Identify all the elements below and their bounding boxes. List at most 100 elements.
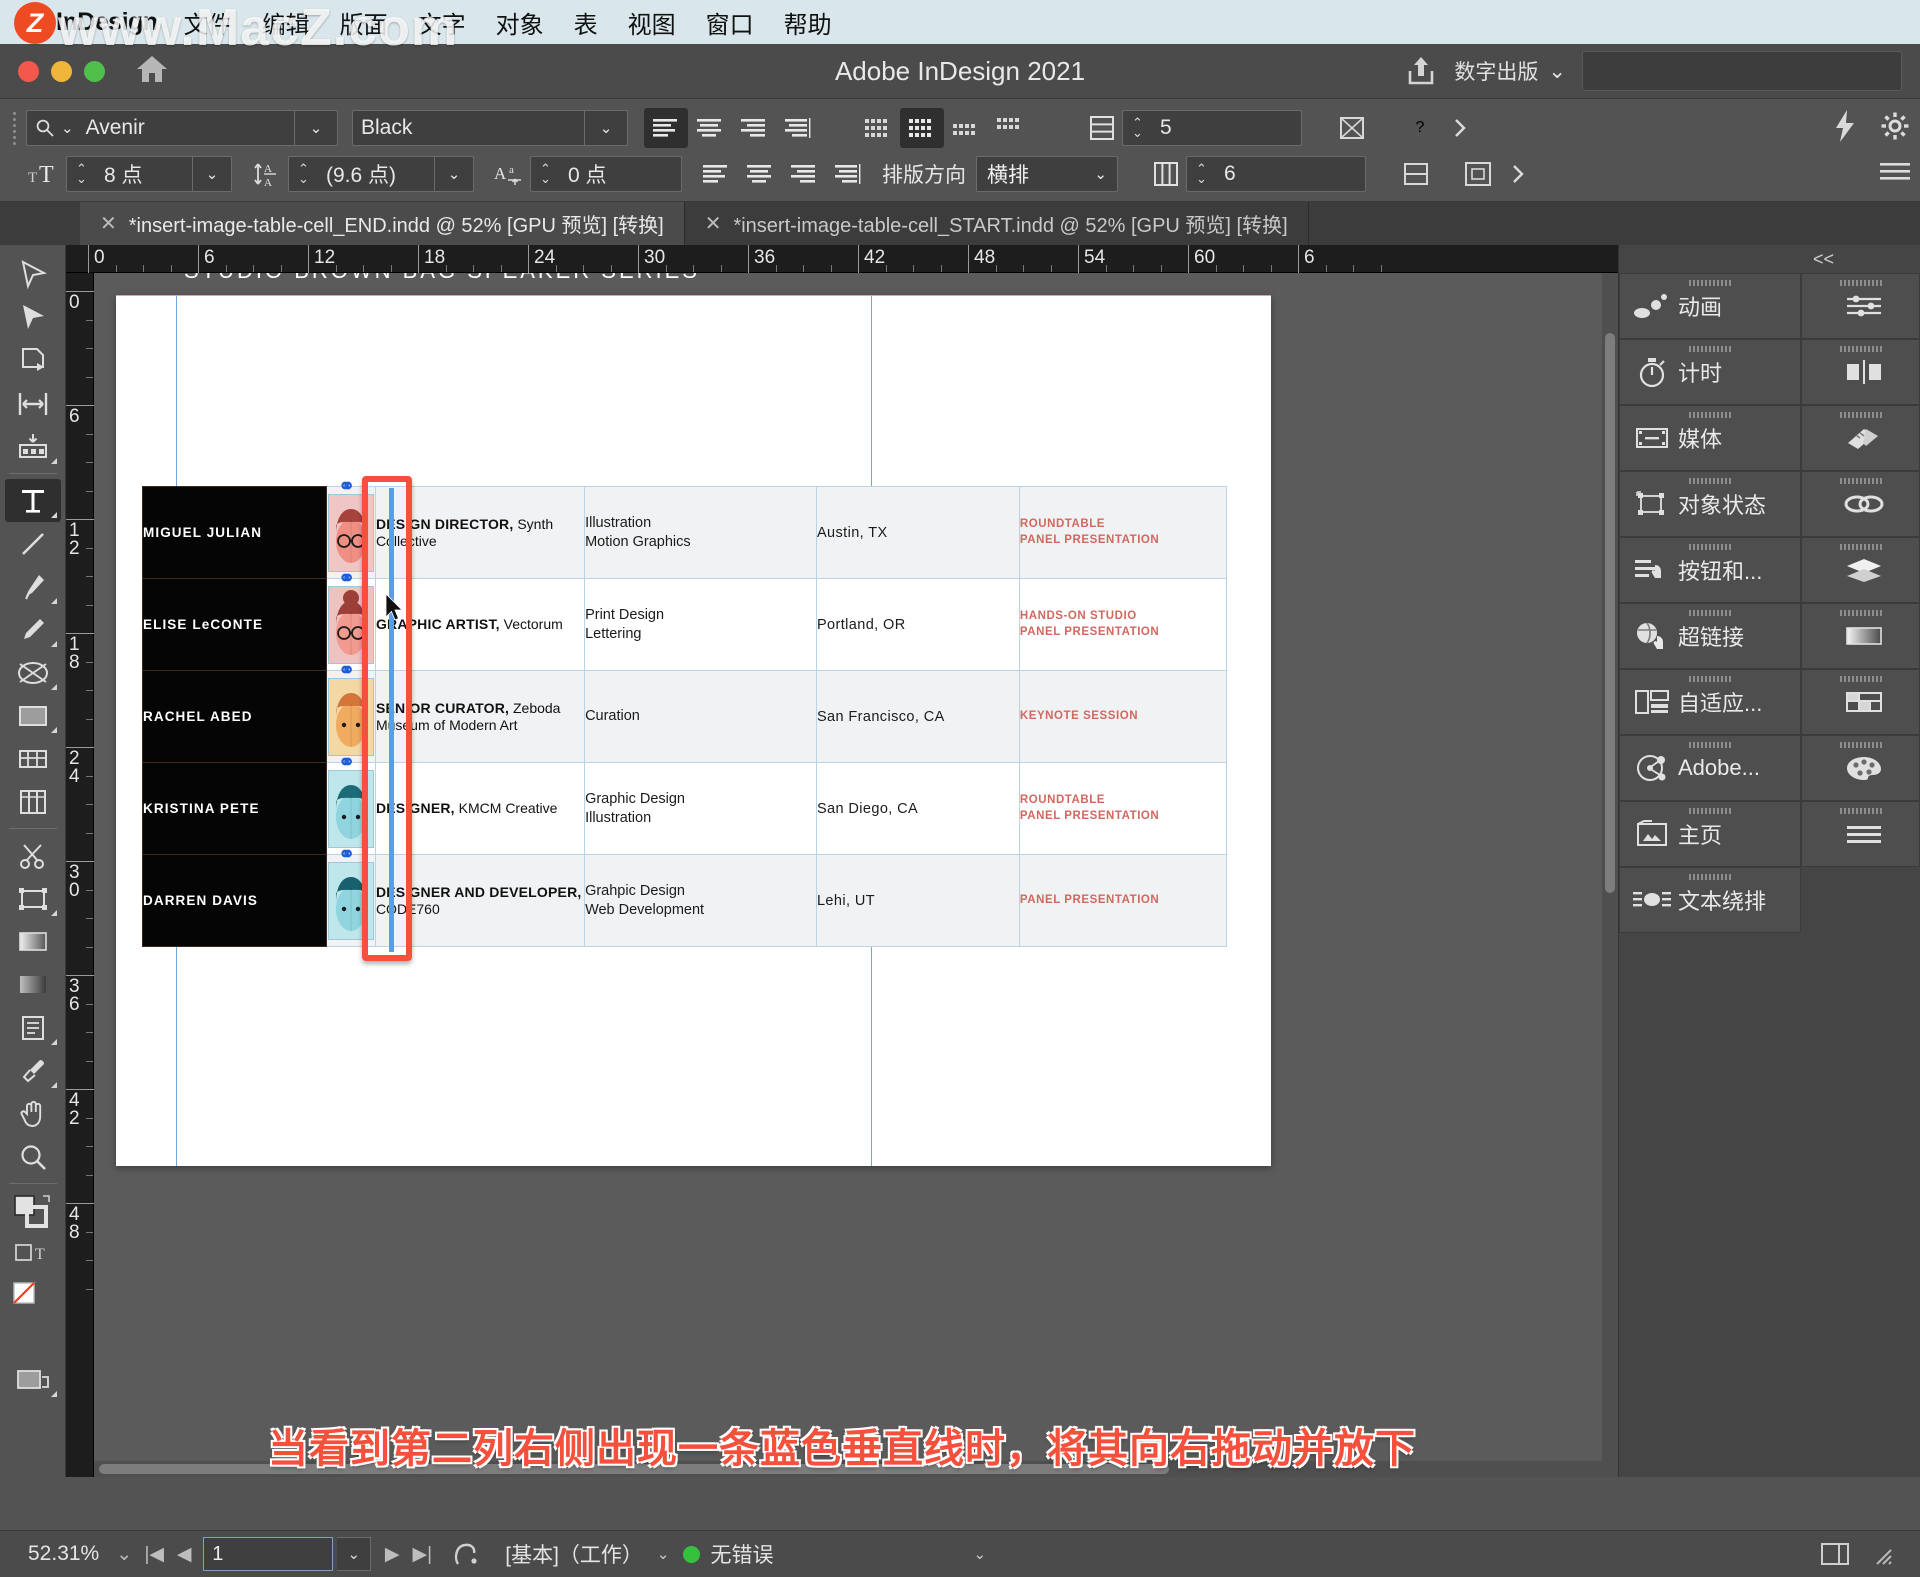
panel-button-timing[interactable]: 计时: [1619, 339, 1802, 405]
justify-button[interactable]: [776, 108, 820, 148]
leading-stepper[interactable]: ⌃ ⌄: [288, 156, 318, 192]
panel-grip[interactable]: [1802, 412, 1919, 418]
cell-speaker-name[interactable]: RACHEL ABED: [141, 670, 328, 763]
vertical-scrollbar[interactable]: [1602, 273, 1618, 1477]
align-left-2-button[interactable]: [694, 154, 738, 194]
grid-align-1-button[interactable]: [856, 108, 900, 148]
split-window-icon[interactable]: [1812, 1541, 1858, 1567]
home-icon[interactable]: [135, 53, 169, 90]
align-center-2-button[interactable]: [738, 154, 782, 194]
note-tool[interactable]: [5, 1006, 61, 1049]
close-window-button[interactable]: [18, 60, 39, 82]
menu-layout[interactable]: 版面: [340, 5, 388, 40]
table-row[interactable]: MIGUEL JULIAN ⚭ DESIGN DIRECTOR, Synth C…: [141, 476, 1228, 579]
leading-dropdown[interactable]: ⌄: [434, 156, 474, 192]
leading-field[interactable]: (9.6 点): [318, 156, 434, 192]
panel-grip[interactable]: [1620, 544, 1800, 550]
panel-button-buttons-forms[interactable]: 按钮和...: [1619, 537, 1802, 603]
cell-speaker-city[interactable]: Lehi, UT: [815, 854, 1020, 947]
pasteboard[interactable]: STUDIO BROWN BAG SPEAKER SERIES MIGUEL J…: [94, 273, 1618, 1477]
panel-button-table[interactable]: [1801, 669, 1920, 735]
panel-button-adobe-stock[interactable]: Adobe...: [1619, 735, 1802, 801]
gap-tool[interactable]: [5, 382, 61, 425]
panel-button-animation[interactable]: 动画: [1619, 273, 1802, 339]
font-family-dropdown[interactable]: ⌄: [294, 110, 338, 146]
row-count-stepper[interactable]: ⌃ ⌄: [1122, 110, 1152, 146]
chevron-down-icon[interactable]: ⌄: [657, 1545, 670, 1563]
row-count-field[interactable]: 5: [1152, 110, 1302, 146]
table-row[interactable]: DARREN DAVIS ⚭ DESIGNER AND DEVELOPER, C…: [141, 844, 1228, 947]
merge-cells-icon[interactable]: [1332, 109, 1372, 147]
hamburger-menu-icon[interactable]: [1880, 161, 1910, 188]
menu-type[interactable]: 文字: [418, 5, 466, 40]
font-size-dropdown[interactable]: ⌄: [192, 156, 232, 192]
cell-speaker-session[interactable]: ROUNDTABLE PANEL PRESENTATION: [1018, 762, 1228, 855]
zoom-level-value[interactable]: 52.31%: [28, 1542, 99, 1566]
prev-page-button[interactable]: ◀: [169, 1543, 199, 1566]
panel-button-liquid-layout[interactable]: 自适应...: [1619, 669, 1802, 735]
menu-window[interactable]: 窗口: [706, 5, 754, 40]
document-page[interactable]: STUDIO BROWN BAG SPEAKER SERIES MIGUEL J…: [116, 273, 1271, 1166]
next-page-button[interactable]: ▶: [377, 1543, 407, 1566]
speaker-table[interactable]: MIGUEL JULIAN ⚭ DESIGN DIRECTOR, Synth C…: [141, 476, 1228, 947]
panel-button-layers[interactable]: [1801, 537, 1920, 603]
panel-button-properties[interactable]: [1801, 273, 1920, 339]
formatting-affects-text-icon[interactable]: T: [5, 1232, 61, 1275]
panel-grip[interactable]: [1620, 478, 1800, 484]
vertical-ruler[interactable]: 0 6 12 18 24 30 36 42 48: [66, 273, 94, 1477]
panel-grip[interactable]: [1802, 610, 1919, 616]
justify-2-button[interactable]: [826, 154, 870, 194]
help-button[interactable]: ?: [1400, 109, 1440, 147]
eyedropper-tool[interactable]: [5, 1049, 61, 1092]
cell-speaker-session[interactable]: HANDS-ON STUDIO PANEL PRESENTATION: [1018, 578, 1228, 671]
cell-speaker-skills[interactable]: Grahpic Design Web Development: [584, 854, 817, 947]
type-tool[interactable]: [4, 479, 61, 522]
grid-align-4-button[interactable]: [988, 108, 1032, 148]
font-family-field[interactable]: ⌄ Avenir: [26, 110, 294, 146]
panel-button-hyperlinks[interactable]: 超链接: [1619, 603, 1802, 669]
tracking-stepper[interactable]: ⌃ ⌄: [530, 156, 560, 192]
panel-grip[interactable]: [1620, 808, 1800, 814]
close-icon[interactable]: ✕: [100, 211, 117, 236]
line-tool[interactable]: [5, 522, 61, 565]
grid-align-3-button[interactable]: [944, 108, 988, 148]
cell-speaker-skills[interactable]: Curation: [584, 670, 817, 763]
zoom-tool[interactable]: [5, 1135, 61, 1178]
screen-mode-tool[interactable]: [5, 1358, 61, 1401]
cell-speaker-skills[interactable]: Graphic Design Illustration: [584, 762, 817, 855]
preflight-profile-value[interactable]: [基本]（工作）: [505, 1539, 643, 1569]
panel-button-paragraph-styles[interactable]: [1801, 801, 1920, 867]
table-row[interactable]: RACHEL ABED ⚭ SENIOR CURATOR, Zeboda Mus…: [141, 660, 1228, 763]
content-collector-tool[interactable]: [5, 425, 61, 468]
table-frame-tool[interactable]: [5, 737, 61, 780]
workspace-switcher[interactable]: 数字出版 ⌄: [1454, 56, 1566, 86]
cell-speaker-name[interactable]: MIGUEL JULIAN: [141, 486, 328, 579]
close-icon[interactable]: ✕: [705, 211, 722, 236]
panel-grip[interactable]: [1620, 676, 1800, 682]
gradient-feather-tool[interactable]: [5, 963, 61, 1006]
cell-speaker-session[interactable]: PANEL PRESENTATION: [1018, 854, 1228, 947]
preflight-icon[interactable]: [437, 1540, 493, 1568]
panel-button-object-states[interactable]: 对象状态: [1619, 471, 1802, 537]
font-style-field[interactable]: Black: [352, 110, 584, 146]
document-canvas[interactable]: 0 6 12 18 24 30 36 42 48 54 60 6 0 6 12 18 24 30 36 42 48 S…: [66, 245, 1618, 1477]
cell-speaker-skills[interactable]: Print Design Lettering: [584, 578, 817, 671]
story-direction-select[interactable]: 横排 ⌄: [976, 156, 1118, 192]
pen-tool[interactable]: [5, 565, 61, 608]
control-overflow-2-button[interactable]: [1498, 155, 1538, 193]
tab-document-start[interactable]: ✕ *insert-image-table-cell_START.indd @ …: [685, 202, 1309, 245]
minimize-window-button[interactable]: [51, 60, 72, 82]
first-page-button[interactable]: |◀: [139, 1543, 169, 1566]
selection-tool[interactable]: [5, 253, 61, 296]
align-center-button[interactable]: [688, 108, 732, 148]
font-size-field[interactable]: 8 点: [96, 156, 192, 192]
resize-grip-icon[interactable]: [1858, 1542, 1904, 1566]
apply-none-swatch[interactable]: [5, 1275, 61, 1318]
panel-grip[interactable]: [1802, 742, 1919, 748]
direct-selection-tool[interactable]: [5, 296, 61, 339]
cell-speaker-city[interactable]: Portland, OR: [815, 578, 1020, 671]
panel-button-swatches[interactable]: [1801, 735, 1920, 801]
page-number-field[interactable]: 1: [203, 1537, 334, 1571]
panel-grip[interactable]: [1620, 874, 1800, 880]
col-count-field[interactable]: 6: [1216, 156, 1366, 192]
